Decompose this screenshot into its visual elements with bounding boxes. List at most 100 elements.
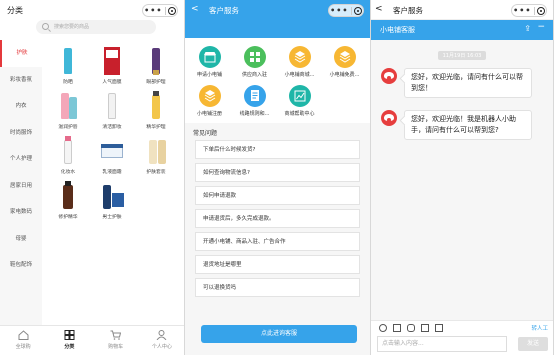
transfer-to-human-button[interactable]: 转人工 bbox=[531, 324, 548, 332]
product-item[interactable]: 护肤套装 bbox=[134, 136, 178, 175]
product-item[interactable]: 男士护肤 bbox=[90, 181, 134, 220]
input-row: 点击输入内容... 发送 bbox=[371, 334, 553, 355]
more-icon[interactable]: ••• bbox=[144, 6, 162, 14]
header: < 客户服务 ••• bbox=[185, 0, 370, 20]
minimize-icon[interactable]: − bbox=[537, 22, 545, 32]
more-icon[interactable]: ••• bbox=[330, 6, 348, 14]
close-icon[interactable] bbox=[167, 6, 176, 15]
faq-item[interactable]: 下单后什么时候发货? bbox=[195, 140, 360, 159]
service-item[interactable]: 供应商入驻 bbox=[232, 46, 277, 78]
search-input[interactable]: 搜索您要的商品 bbox=[36, 20, 156, 34]
tab-home[interactable]: 全球购 bbox=[3, 326, 43, 355]
message-input[interactable]: 点击输入内容... bbox=[377, 336, 507, 352]
miniprogram-capsule[interactable]: ••• bbox=[511, 4, 547, 17]
evaluate-icon[interactable] bbox=[435, 324, 443, 332]
product-name: 清洁卸妆 bbox=[102, 125, 122, 130]
sidebar-item-skincare[interactable]: 护肤 bbox=[0, 40, 42, 67]
service-item[interactable]: 申请小电铺 bbox=[187, 46, 232, 78]
grid-icon bbox=[243, 46, 266, 68]
back-button[interactable]: < bbox=[375, 4, 383, 14]
faq-item[interactable]: 申请退货后，多久完成退款。 bbox=[195, 209, 360, 228]
product-name: 男士护肤 bbox=[102, 215, 122, 220]
page-title: 客户服务 bbox=[393, 6, 423, 15]
document-icon bbox=[243, 85, 266, 107]
sidebar-item-underwear[interactable]: 内衣 bbox=[0, 93, 42, 120]
tab-profile[interactable]: 个人中心 bbox=[142, 326, 182, 355]
sidebar-item-makeup[interactable]: 彩妆香氛 bbox=[0, 67, 42, 94]
bot-avatar bbox=[381, 110, 397, 126]
product-name: 修护精华 bbox=[58, 215, 78, 220]
service-icon-grid: 申请小电铺 供应商入驻 小电铺商城... 小电铺免费... 小电铺注册 线路规则… bbox=[185, 38, 370, 123]
product-item[interactable]: 人气面膜 bbox=[90, 46, 134, 85]
share-icon[interactable]: ⇪ bbox=[524, 24, 531, 33]
cart-icon bbox=[110, 330, 122, 340]
close-icon[interactable] bbox=[536, 6, 545, 15]
miniprogram-capsule[interactable]: ••• bbox=[328, 4, 364, 17]
faq-section-title: 常见问题 bbox=[193, 130, 218, 137]
back-button[interactable]: < bbox=[191, 4, 199, 14]
sidebar-item-household[interactable]: 居家日用 bbox=[0, 173, 42, 200]
service-item[interactable]: 线路规则和... bbox=[232, 85, 277, 117]
message-bubble: 您好，欢迎光临，请问有什么可以帮到您！ bbox=[404, 68, 532, 98]
product-item[interactable]: 精华护理 bbox=[134, 91, 178, 130]
chart-icon bbox=[288, 85, 311, 107]
store-icon bbox=[198, 46, 221, 68]
cube-icon bbox=[288, 46, 311, 68]
service-label: 线路规则和... bbox=[239, 111, 270, 117]
product-name: 化妆水 bbox=[60, 170, 76, 175]
service-item[interactable]: 商城帮助中心 bbox=[277, 85, 322, 117]
men-skincare-icon bbox=[97, 181, 127, 211]
customer-service-screen: < 客户服务 ••• 申请小电铺 供应商入驻 小电铺商城... 小电铺免费...… bbox=[185, 0, 371, 355]
product-item[interactable]: 乳液面霜 bbox=[90, 136, 134, 175]
chat-screen: < 客户服务 ••• 小电铺客服 ⇪ − 11月19日 16:03 您好，欢迎光… bbox=[371, 0, 554, 355]
image-icon[interactable] bbox=[393, 324, 401, 332]
contact-service-button[interactable]: 点此进询客服 bbox=[201, 325, 357, 343]
title-bar: 分类 ••• bbox=[0, 0, 184, 22]
skincare-set-icon bbox=[141, 136, 171, 166]
bot-avatar bbox=[381, 68, 397, 84]
faq-item[interactable]: 可以退换货吗 bbox=[195, 278, 360, 297]
product-item[interactable]: 清洁卸妆 bbox=[90, 91, 134, 130]
product-name: 眼部护理 bbox=[146, 80, 166, 85]
category-screen: 分类 ••• 搜索您要的商品 护肤 彩妆香氛 内衣 时尚服饰 个人护理 居家日用… bbox=[0, 0, 185, 355]
tab-cart[interactable]: 购物车 bbox=[96, 326, 136, 355]
message-bubble: 您好，欢迎光临！我是机器人小助手，请问有什么可以帮到您? bbox=[404, 110, 532, 140]
tab-category[interactable]: 分类 bbox=[49, 326, 89, 355]
sidebar-item-shoes-bags[interactable]: 鞋包配饰 bbox=[0, 252, 42, 279]
product-grid: 防晒 人气面膜 眼部护理 滋润护唇 清洁卸妆 精华护理 化妆水 乳液面霜 护肤套… bbox=[46, 46, 182, 220]
faq-item[interactable]: 退货地址是哪里 bbox=[195, 255, 360, 274]
product-item[interactable]: 化妆水 bbox=[46, 136, 90, 175]
sidebar-item-baby[interactable]: 母婴 bbox=[0, 226, 42, 253]
send-button[interactable]: 发送 bbox=[518, 337, 548, 351]
service-label: 小电铺注册 bbox=[196, 111, 222, 117]
attachment-icon[interactable] bbox=[407, 324, 415, 332]
product-item[interactable]: 修护精华 bbox=[46, 181, 90, 220]
serum-bottle-icon bbox=[53, 181, 83, 211]
faq-item[interactable]: 如何申请退款 bbox=[195, 186, 360, 205]
service-label: 商城帮助中心 bbox=[284, 111, 315, 117]
service-label: 小电铺免费... bbox=[329, 72, 360, 78]
faq-item[interactable]: 开通小电铺、商品入驻、广告合作 bbox=[195, 232, 360, 251]
home-icon bbox=[18, 330, 29, 340]
category-sidebar: 护肤 彩妆香氛 内衣 时尚服饰 个人护理 居家日用 家电数码 母婴 鞋包配饰 bbox=[0, 40, 42, 325]
sidebar-item-personal-care[interactable]: 个人护理 bbox=[0, 146, 42, 173]
header: < 客户服务 ••• bbox=[371, 0, 553, 20]
file-icon[interactable] bbox=[421, 324, 429, 332]
emoji-icon[interactable] bbox=[379, 324, 387, 332]
product-item[interactable]: 滋润护唇 bbox=[46, 91, 90, 130]
service-item[interactable]: 小电铺注册 bbox=[187, 85, 232, 117]
more-icon[interactable]: ••• bbox=[513, 6, 531, 14]
sidebar-item-electronics[interactable]: 家电数码 bbox=[0, 199, 42, 226]
product-item[interactable]: 眼部护理 bbox=[134, 46, 178, 85]
product-item[interactable]: 防晒 bbox=[46, 46, 90, 85]
service-item[interactable]: 小电铺商城... bbox=[277, 46, 322, 78]
product-name: 人气面膜 bbox=[102, 80, 122, 85]
service-item[interactable]: 小电铺免费... bbox=[322, 46, 367, 78]
close-icon[interactable] bbox=[353, 6, 362, 15]
faq-item[interactable]: 如何查询物流信息? bbox=[195, 163, 360, 182]
miniprogram-capsule[interactable]: ••• bbox=[142, 4, 178, 17]
service-label: 供应商入驻 bbox=[241, 72, 267, 78]
message-timestamp: 11月19日 16:03 bbox=[438, 51, 486, 60]
sidebar-item-fashion[interactable]: 时尚服饰 bbox=[0, 120, 42, 147]
cube-icon bbox=[198, 85, 221, 107]
